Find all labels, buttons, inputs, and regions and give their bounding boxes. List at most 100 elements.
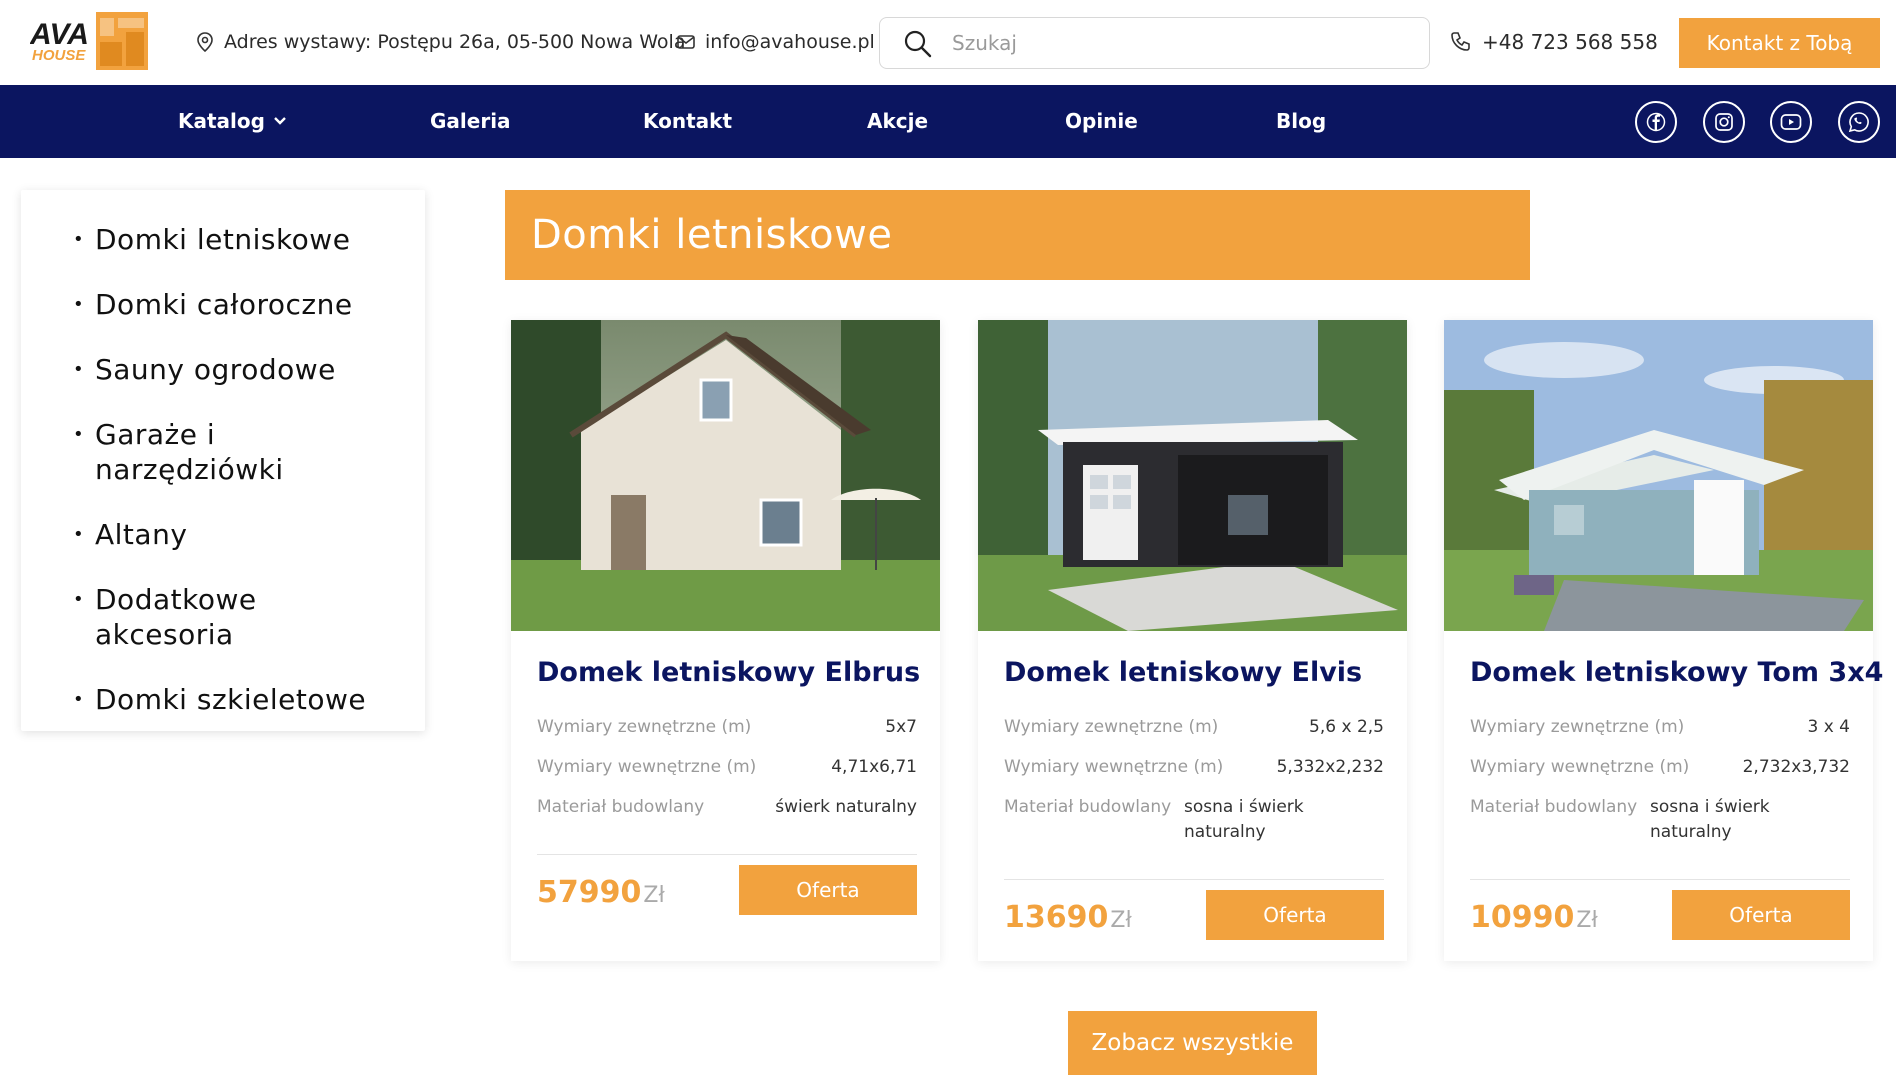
nav-label: Akcje: [867, 109, 929, 133]
price-currency: Zł: [1110, 908, 1132, 933]
spec-label: Wymiary zewnętrzne (m): [1470, 717, 1685, 737]
top-header: AVA HOUSE Adres wystawy: Postępu 26a, 05…: [0, 0, 1896, 85]
address-text: Adres wystawy: Postępu 26a, 05-500 Nowa …: [224, 31, 686, 53]
search-icon[interactable]: [904, 30, 932, 58]
search-box[interactable]: [879, 17, 1430, 69]
product-card: Domek letniskowy Elbrus Wymiary zewnętrz…: [511, 320, 940, 961]
category-item-domki-caloroczne[interactable]: • Domki całoroczne: [73, 287, 403, 322]
mail-icon: [677, 35, 695, 49]
chevron-down-icon: [274, 117, 286, 125]
price-currency: Zł: [1576, 908, 1598, 933]
bullet: •: [73, 424, 85, 445]
divider: [1470, 879, 1850, 880]
product-image[interactable]: [1444, 320, 1873, 631]
main-nav: Katalog Galeria Kontakt Akcje Opinie Blo…: [0, 85, 1896, 158]
product-title[interactable]: Domek letniskowy Elvis: [1004, 657, 1362, 688]
category-label: Garaże i narzędziówki: [95, 418, 284, 486]
contact-button[interactable]: Kontakt z Tobą: [1679, 18, 1880, 68]
nav-item-opinie[interactable]: Opinie: [1065, 109, 1138, 133]
location-pin-icon: [197, 32, 213, 52]
offer-button[interactable]: Oferta: [1672, 890, 1850, 940]
spec-value: 5x7: [885, 717, 917, 737]
product-title[interactable]: Domek letniskowy Tom 3x4: [1470, 657, 1883, 688]
nav-item-katalog[interactable]: Katalog: [178, 109, 287, 133]
category-item-dodatkowe-akcesoria[interactable]: • Dodatkowe akcesoria: [73, 582, 403, 652]
divider: [537, 854, 917, 855]
category-item-altany[interactable]: • Altany: [73, 517, 403, 552]
youtube-link[interactable]: [1770, 101, 1812, 143]
spec-outer: Wymiary zewnętrzne (m) 5x7: [537, 717, 917, 737]
search-input[interactable]: [952, 26, 1412, 60]
divider: [1004, 879, 1384, 880]
category-item-domki-letniskowe[interactable]: • Domki letniskowe: [73, 222, 403, 257]
spec-value: 3 x 4: [1807, 717, 1851, 737]
spec-label: Materiał budowlany: [537, 797, 705, 817]
nav-label: Galeria: [430, 109, 511, 133]
spec-value: 5,6 x 2,5: [1309, 717, 1384, 737]
spec-outer: Wymiary zewnętrzne (m) 5,6 x 2,5: [1004, 717, 1384, 737]
product-price: 13690 Zł: [1004, 900, 1132, 935]
product-price: 57990 Zł: [537, 875, 665, 910]
category-label: Domki szkieletowe: [95, 683, 367, 716]
phone-link[interactable]: +48 723 568 558: [1450, 30, 1658, 54]
nav-label: Opinie: [1065, 109, 1138, 133]
spec-label: Materiał budowlany: [1004, 797, 1172, 817]
spec-value: 4,71x6,71: [831, 757, 917, 777]
youtube-icon: [1780, 114, 1802, 130]
instagram-icon: [1715, 113, 1733, 131]
spec-label: Materiał budowlany: [1470, 797, 1638, 817]
price-currency: Zł: [643, 883, 665, 908]
spec-label: Wymiary wewnętrzne (m): [537, 757, 757, 777]
product-image[interactable]: [978, 320, 1407, 631]
spec-material: Materiał budowlany sosna i świerk natural…: [1004, 795, 1384, 845]
product-title[interactable]: Domek letniskowy Elbrus: [537, 657, 920, 688]
exhibition-address: Adres wystawy: Postępu 26a, 05-500 Nowa …: [196, 31, 685, 53]
category-label: Altany: [95, 518, 188, 551]
spec-label: Wymiary zewnętrzne (m): [537, 717, 752, 737]
bullet: •: [73, 359, 85, 380]
nav-item-blog[interactable]: Blog: [1276, 109, 1326, 133]
nav-item-kontakt[interactable]: Kontakt: [643, 109, 732, 133]
product-image[interactable]: [511, 320, 940, 631]
facebook-link[interactable]: [1635, 101, 1677, 143]
spec-inner: Wymiary wewnętrzne (m) 4,71x6,71: [537, 757, 917, 777]
nav-label: Katalog: [178, 109, 265, 133]
phone-icon: [1451, 32, 1470, 51]
spec-value: 5,332x2,232: [1276, 757, 1384, 777]
spec-label: Wymiary wewnętrzne (m): [1470, 757, 1690, 777]
offer-button[interactable]: Oferta: [739, 865, 917, 915]
spec-label: Wymiary wewnętrzne (m): [1004, 757, 1224, 777]
whatsapp-icon: [1848, 112, 1869, 133]
spec-inner: Wymiary wewnętrzne (m) 2,732x3,732: [1470, 757, 1850, 777]
whatsapp-link[interactable]: [1838, 101, 1880, 143]
facebook-icon: [1646, 112, 1666, 132]
category-label: Sauny ogrodowe: [95, 353, 336, 386]
logo-subtext: HOUSE: [32, 47, 86, 64]
phone-text: +48 723 568 558: [1482, 30, 1658, 54]
spec-value: sosna i świerk naturalny: [1184, 797, 1304, 842]
category-list: • Domki letniskowe • Domki całoroczne • Sau…: [73, 222, 403, 747]
nav-item-akcje[interactable]: Akcje: [867, 109, 928, 133]
logo[interactable]: AVA HOUSE: [29, 8, 162, 74]
bullet: •: [73, 689, 85, 710]
bullet: •: [73, 229, 85, 250]
instagram-link[interactable]: [1703, 101, 1745, 143]
nav-item-galeria[interactable]: Galeria: [430, 109, 511, 133]
product-price: 10990 Zł: [1470, 900, 1598, 935]
spec-material: Materiał budowlany świerk naturalny: [537, 797, 917, 817]
nav-label: Kontakt: [643, 109, 733, 133]
offer-button[interactable]: Oferta: [1206, 890, 1384, 940]
spec-inner: Wymiary wewnętrzne (m) 5,332x2,232: [1004, 757, 1384, 777]
category-label: Domki całoroczne: [95, 288, 353, 321]
category-sidebar: • Domki letniskowe • Domki całoroczne • Sau…: [21, 190, 425, 731]
email-link[interactable]: info@avahouse.pl: [677, 31, 875, 53]
email-text: info@avahouse.pl: [705, 31, 875, 53]
spec-label: Wymiary zewnętrzne (m): [1004, 717, 1219, 737]
category-item-garaze[interactable]: • Garaże i narzędziówki: [73, 417, 403, 487]
see-all-button[interactable]: Zobacz wszystkie: [1068, 1011, 1317, 1075]
category-item-domki-szkieletowe[interactable]: • Domki szkieletowe: [73, 682, 403, 717]
bullet: •: [73, 524, 85, 545]
spec-value: sosna i świerk naturalny: [1650, 797, 1770, 842]
category-item-sauny-ogrodowe[interactable]: • Sauny ogrodowe: [73, 352, 403, 387]
spec-material: Materiał budowlany sosna i świerk natural…: [1470, 795, 1850, 845]
